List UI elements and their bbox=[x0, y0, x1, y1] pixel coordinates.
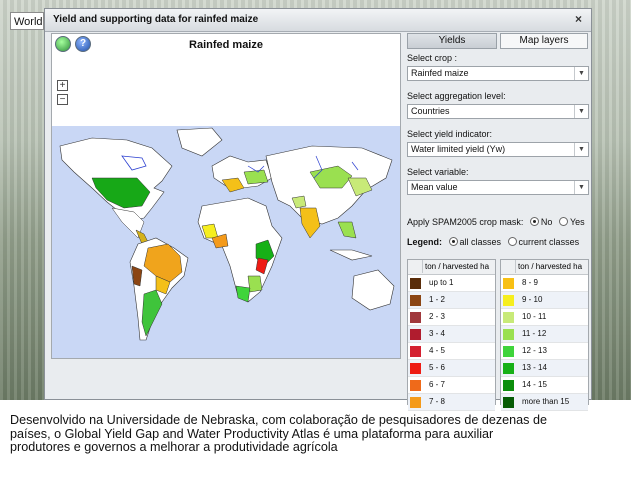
crop-label: Select crop : bbox=[407, 53, 458, 63]
legend-class-label: 6 - 7 bbox=[429, 380, 446, 389]
legend-table-right: ton / harvested ha 8 - 9 9 - 10 10 - 11 11 … bbox=[500, 259, 589, 411]
legend-class-label: more than 15 bbox=[522, 397, 570, 406]
legend-header: ton / harvested ha bbox=[408, 260, 495, 275]
indicator-label: Select yield indicator: bbox=[407, 129, 493, 139]
legend-row: Legend: all classes current classes bbox=[407, 237, 579, 247]
legend-row-item: 1 - 2 bbox=[408, 292, 495, 309]
color-swatch bbox=[410, 312, 421, 323]
legend-row-item: 12 - 13 bbox=[501, 343, 588, 360]
legend-row-item: 6 - 7 bbox=[408, 377, 495, 394]
control-panel: Yields Map layers Select crop : Rainfed … bbox=[407, 33, 589, 411]
chevron-down-icon[interactable]: ▼ bbox=[574, 105, 588, 118]
legend-class-label: 10 - 11 bbox=[522, 312, 547, 321]
color-swatch bbox=[410, 380, 421, 391]
tab-bar: Yields Map layers bbox=[407, 33, 589, 49]
mask-no-radio[interactable] bbox=[529, 217, 539, 226]
legend-row-item: up to 1 bbox=[408, 275, 495, 292]
color-swatch bbox=[410, 329, 421, 340]
variable-select-value: Mean value bbox=[411, 182, 458, 192]
legend-class-label: 12 - 13 bbox=[522, 346, 547, 355]
zoom-in-icon[interactable]: + bbox=[57, 80, 68, 91]
legend-class-label: 8 - 9 bbox=[522, 278, 539, 287]
color-swatch bbox=[410, 363, 421, 374]
chevron-down-icon[interactable]: ▼ bbox=[574, 181, 588, 194]
color-swatch bbox=[503, 312, 514, 323]
aggregation-label: Select aggregation level: bbox=[407, 91, 506, 101]
mask-yes-radio[interactable] bbox=[558, 217, 568, 226]
legend-class-label: 5 - 6 bbox=[429, 363, 446, 372]
legend-class-label: 11 - 12 bbox=[522, 329, 547, 338]
variable-select[interactable]: Mean value ▼ bbox=[407, 180, 589, 195]
dialog-title: Yield and supporting data for rainfed ma… bbox=[53, 14, 259, 25]
legend-class-label: up to 1 bbox=[429, 278, 454, 287]
color-swatch bbox=[503, 278, 514, 289]
world-map[interactable] bbox=[52, 126, 400, 358]
legend-row-item: more than 15 bbox=[501, 394, 588, 411]
legend-class-label: 1 - 2 bbox=[429, 295, 446, 304]
indicator-select-value: Water limited yield (Yw) bbox=[411, 144, 506, 154]
legend-class-label: 9 - 10 bbox=[522, 295, 543, 304]
chevron-down-icon[interactable]: ▼ bbox=[574, 67, 588, 80]
color-swatch bbox=[410, 278, 421, 289]
zoom-out-icon[interactable]: − bbox=[57, 94, 68, 105]
crop-select-value: Rainfed maize bbox=[411, 68, 469, 78]
legend-class-label: 3 - 4 bbox=[429, 329, 446, 338]
chevron-down-icon[interactable]: ▼ bbox=[574, 143, 588, 156]
mask-row: Apply SPAM2005 crop mask: No Yes bbox=[407, 217, 585, 227]
close-icon[interactable]: × bbox=[575, 12, 582, 26]
legend-current-label: current classes bbox=[518, 237, 580, 247]
legend-row-item: 9 - 10 bbox=[501, 292, 588, 309]
mask-yes-label: Yes bbox=[569, 217, 585, 227]
legend-row-item: 10 - 11 bbox=[501, 309, 588, 326]
dialog-titlebar: Yield and supporting data for rainfed ma… bbox=[45, 9, 591, 32]
legend-all-label: all classes bbox=[459, 237, 502, 247]
aggregation-select[interactable]: Countries ▼ bbox=[407, 104, 589, 119]
color-swatch bbox=[503, 329, 514, 340]
location-search-field[interactable]: World bbox=[10, 12, 44, 30]
indicator-select[interactable]: Water limited yield (Yw) ▼ bbox=[407, 142, 589, 157]
color-swatch bbox=[410, 397, 421, 408]
legend-row-item: 13 - 14 bbox=[501, 360, 588, 377]
legend-class-label: 7 - 8 bbox=[429, 397, 446, 406]
legend-header: ton / harvested ha bbox=[501, 260, 588, 275]
legend-row-item: 14 - 15 bbox=[501, 377, 588, 394]
legend-label: Legend: bbox=[407, 237, 442, 247]
legend-class-label: 4 - 5 bbox=[429, 346, 446, 355]
legend-row-item: 4 - 5 bbox=[408, 343, 495, 360]
tab-map-layers[interactable]: Map layers bbox=[500, 33, 588, 49]
article-caption: Desenvolvido na Universidade de Nebraska… bbox=[10, 413, 547, 454]
aggregation-select-value: Countries bbox=[411, 106, 450, 116]
legend-row-item: 5 - 6 bbox=[408, 360, 495, 377]
legend-current-radio[interactable] bbox=[507, 237, 517, 246]
variable-label: Select variable: bbox=[407, 167, 469, 177]
legend-row-item: 2 - 3 bbox=[408, 309, 495, 326]
legend-class-label: 13 - 14 bbox=[522, 363, 547, 372]
map-title: Rainfed maize bbox=[189, 39, 263, 51]
legend-row-item: 7 - 8 bbox=[408, 394, 495, 411]
color-swatch bbox=[503, 346, 514, 357]
legend-row-item: 11 - 12 bbox=[501, 326, 588, 343]
legend-row-item: 8 - 9 bbox=[501, 275, 588, 292]
legend-all-radio[interactable] bbox=[448, 237, 458, 246]
color-swatch bbox=[503, 380, 514, 391]
legend-row-item: 3 - 4 bbox=[408, 326, 495, 343]
map-panel: ? Rainfed maize + − bbox=[51, 33, 401, 359]
color-swatch bbox=[503, 295, 514, 306]
legend-table-left: ton / harvested ha up to 1 1 - 2 2 - 3 3 - … bbox=[407, 259, 496, 411]
legend-class-label: 14 - 15 bbox=[522, 380, 547, 389]
yield-dialog: Yield and supporting data for rainfed ma… bbox=[44, 8, 592, 411]
color-swatch bbox=[410, 295, 421, 306]
mask-label: Apply SPAM2005 crop mask: bbox=[407, 217, 524, 227]
color-swatch bbox=[503, 397, 514, 408]
mask-no-label: No bbox=[540, 217, 553, 227]
color-swatch bbox=[503, 363, 514, 374]
legend-class-label: 2 - 3 bbox=[429, 312, 446, 321]
color-swatch bbox=[410, 346, 421, 357]
tab-yields[interactable]: Yields bbox=[407, 33, 497, 49]
crop-select[interactable]: Rainfed maize ▼ bbox=[407, 66, 589, 81]
